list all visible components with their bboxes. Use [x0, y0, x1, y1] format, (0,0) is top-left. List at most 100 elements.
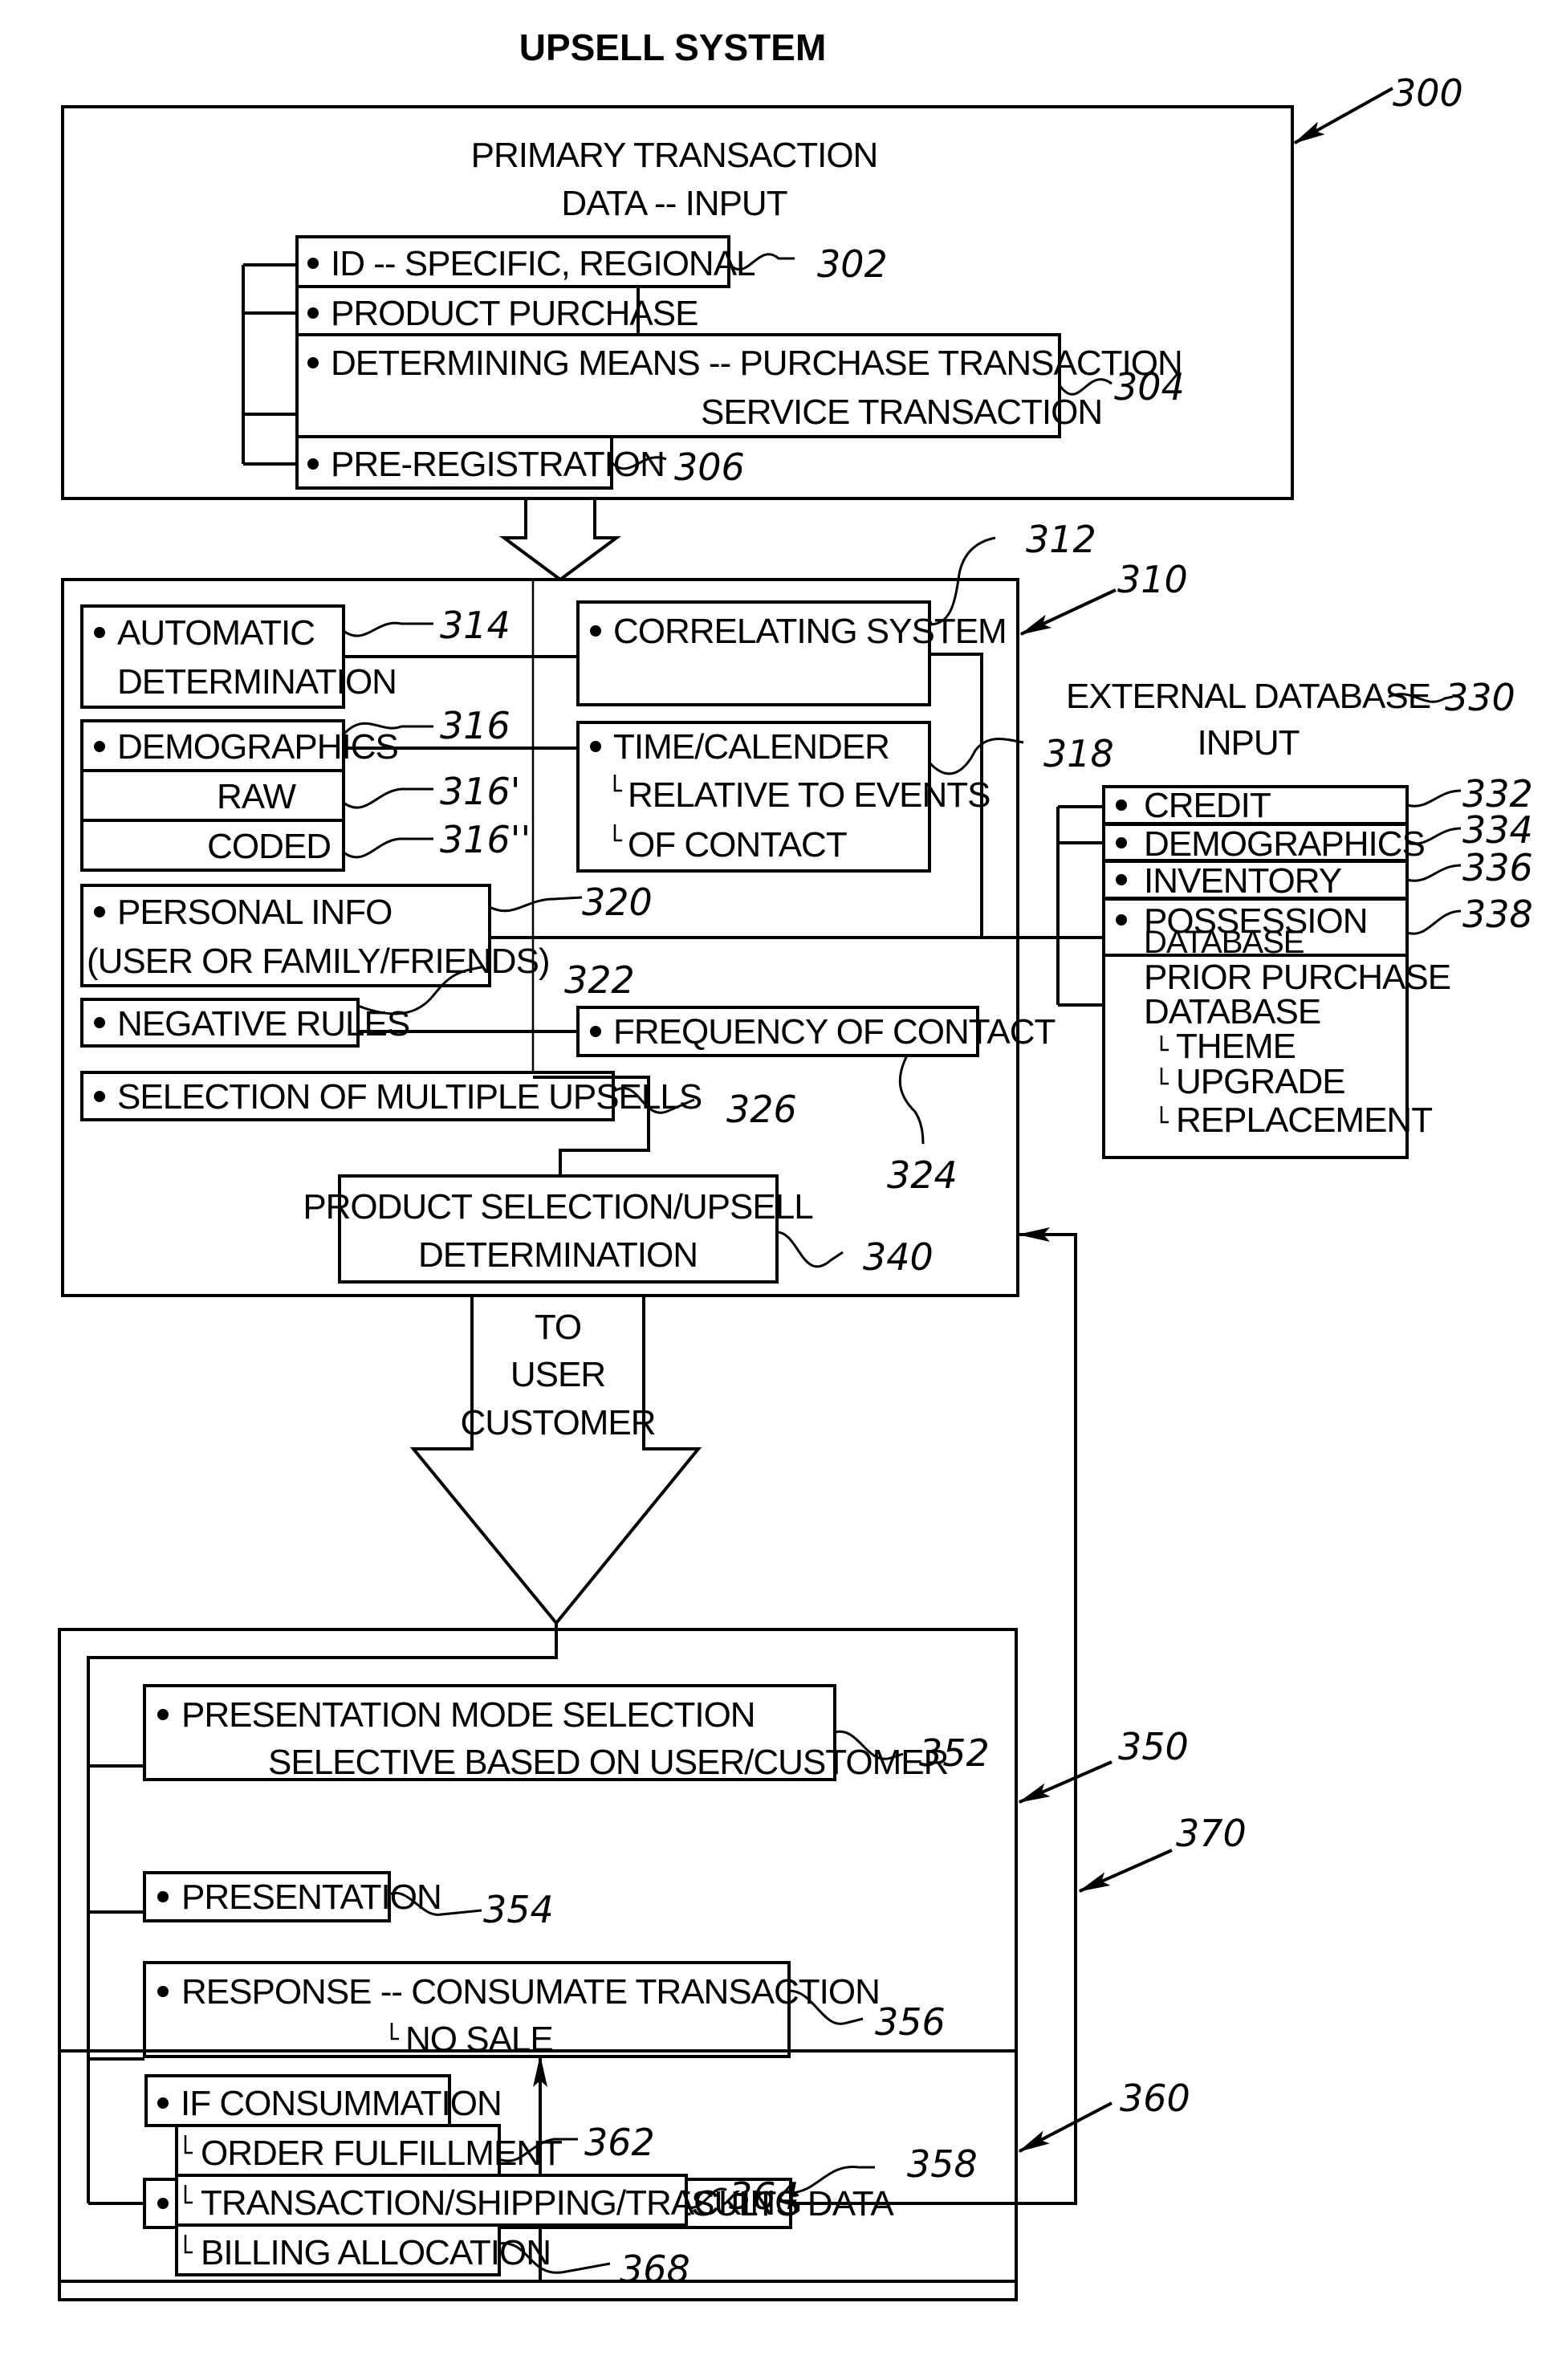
item-label-sub: DETERMINATION — [418, 1235, 698, 1275]
item-product-purchase[interactable]: PRODUCT PURCHASE — [295, 285, 698, 336]
item-label: SELECTION OF MULTIPLE UPSELLS — [117, 1077, 702, 1117]
item-billing-allocation[interactable]: BILLING ALLOCATION — [175, 2223, 551, 2276]
hollow-arrow-down-1 — [498, 498, 622, 582]
leader-arrow-300 — [1293, 87, 1393, 144]
bullet-icon — [94, 627, 105, 638]
ref-324: 324 — [887, 1153, 958, 1197]
item-label: CREDIT — [1144, 786, 1271, 825]
bullet-icon — [590, 741, 601, 752]
leader-336 — [1406, 864, 1462, 882]
item-personal-info[interactable]: PERSONAL INFO (USER OR FAMILY/FRIENDS) — [80, 884, 551, 987]
external-item-possession[interactable]: POSSESSION DATABASE PRIOR PURCHASE DATAB… — [1102, 897, 1451, 1159]
external-database-block: EXTERNAL DATABASE INPUT 330 CREDIT DEMOG… — [1056, 676, 1533, 1159]
ref-356: 356 — [875, 2000, 946, 2044]
bullet-icon — [307, 357, 319, 368]
item-label-sub: SELECTIVE BASED ON USER/CUSTOMER — [268, 1743, 948, 1782]
item-label-sub: DATABASE — [1144, 925, 1304, 960]
ref-314: 314 — [440, 604, 510, 647]
external-heading-line1: EXTERNAL DATABASE — [1066, 677, 1430, 716]
item-presentation[interactable]: PRESENTATION — [143, 1871, 442, 1922]
sub-upgrade: UPGRADE — [1176, 1062, 1345, 1101]
prior-purchase-label: PRIOR PURCHASE — [1144, 958, 1450, 997]
item-label: AUTOMATIC — [117, 613, 315, 653]
item-label-sub: SERVICE TRANSACTION — [701, 393, 1102, 432]
item-label-sub: (USER OR FAMILY/FRIENDS) — [87, 942, 550, 981]
hollow-arrow-to-user: TO USER CUSTOMER — [409, 1296, 702, 1626]
ref-362: 362 — [584, 2121, 655, 2164]
leader-314 — [343, 621, 433, 637]
prior-purchase-label-sub: DATABASE — [1144, 992, 1320, 1031]
item-order-fulfillment[interactable]: ORDER FULFILLMENT — [175, 2124, 563, 2177]
primary-transaction-block: PRIMARY TRANSACTION DATA -- INPUT ID -- … — [61, 71, 1463, 500]
item-frequency-of-contact[interactable]: FREQUENCY OF CONTACT — [576, 1006, 1056, 1057]
bullet-icon — [307, 258, 319, 269]
diagram-title: UPSELL SYSTEM — [519, 26, 827, 68]
sub-theme: THEME — [1176, 1027, 1296, 1066]
upsell-system-diagram: UPSELL SYSTEM PRIMARY TRANSACTION DATA -… — [58, 26, 1533, 2283]
bullet-icon — [1116, 837, 1127, 848]
item-label: NEGATIVE RULES — [117, 1004, 409, 1044]
item-label: FREQUENCY OF CONTACT — [613, 1012, 1056, 1052]
ref-354: 354 — [483, 1888, 554, 1931]
item-presentation-mode-selection[interactable]: PRESENTATION MODE SELECTION SELECTIVE BA… — [143, 1684, 949, 1782]
leader-320 — [489, 896, 583, 913]
bullet-icon — [1116, 874, 1127, 885]
bullet-icon — [307, 307, 319, 319]
leader-arrow-310 — [1019, 588, 1117, 636]
bullet-icon — [1116, 914, 1127, 926]
item-if-consummation[interactable]: IF CONSUMMATION — [144, 2074, 502, 2127]
ref-364: 364 — [729, 2175, 799, 2218]
external-item-credit[interactable]: CREDIT — [1102, 785, 1409, 825]
item-transaction-shipping-tracking[interactable]: TRANSACTION/SHIPPING/TRACKING — [175, 2174, 802, 2227]
item-label: DEMOGRAPHICS — [1144, 824, 1425, 864]
item-label: ORDER FULFILLMENT — [201, 2134, 562, 2173]
item-determining-means[interactable]: DETERMINING MEANS -- PURCHASE TRANSACTIO… — [295, 333, 1183, 438]
ref-316-double-prime: 316'' — [440, 818, 531, 861]
bullet-icon — [157, 2198, 169, 2209]
leader-316-double-prime — [343, 837, 433, 859]
bullet-icon — [157, 1709, 169, 1720]
item-label-sub: OF CONTACT — [628, 825, 847, 865]
item-label: DETERMINING MEANS -- PURCHASE TRANSACTIO… — [331, 344, 1182, 383]
item-label: PERSONAL INFO — [117, 893, 392, 932]
leader-340 — [776, 1231, 844, 1268]
item-label-sub: NO SALE — [405, 2020, 553, 2059]
item-product-selection[interactable]: PRODUCT SELECTION/UPSELL DETERMINATION — [303, 1174, 814, 1284]
bullet-icon — [157, 2097, 169, 2109]
ref-360: 360 — [1120, 2077, 1190, 2120]
bullet-icon — [94, 741, 105, 752]
item-time-calender[interactable]: TIME/CALENDER RELATIVE TO EVENTS OF CONT… — [576, 721, 990, 873]
leader-arrow-350 — [1018, 1760, 1113, 1804]
item-response[interactable]: RESPONSE -- CONSUMATE TRANSACTION NO SAL… — [143, 1961, 881, 2059]
item-selection-multiple-upsells[interactable]: SELECTION OF MULTIPLE UPSELLS — [80, 1071, 702, 1121]
ref-350: 350 — [1118, 1725, 1189, 1768]
item-label: PRESENTATION MODE SELECTION — [181, 1695, 755, 1735]
item-label: INVENTORY — [1144, 861, 1342, 901]
arrow-label-line3: CUSTOMER — [461, 1403, 656, 1442]
item-id[interactable]: ID -- SPECIFIC, REGIONAL — [295, 235, 756, 288]
external-item-demographics[interactable]: DEMOGRAPHICS — [1102, 823, 1426, 864]
item-label: PRODUCT PURCHASE — [331, 294, 698, 333]
ref-310: 310 — [1117, 558, 1188, 601]
bullet-icon — [1116, 799, 1127, 811]
leader-324 — [898, 1055, 925, 1145]
leader-332 — [1406, 789, 1462, 808]
bullet-icon — [307, 458, 319, 470]
bullet-icon — [157, 1891, 169, 1902]
item-demographics-raw[interactable]: RAW — [80, 769, 345, 822]
leader-318 — [928, 738, 1024, 775]
leader-316-prime — [343, 787, 433, 809]
item-pre-registration[interactable]: PRE-REGISTRATION — [295, 435, 665, 490]
external-item-inventory[interactable]: INVENTORY — [1102, 860, 1409, 901]
ref-352: 352 — [919, 1731, 990, 1775]
ref-370: 370 — [1176, 1812, 1247, 1855]
item-label: RESPONSE -- CONSUMATE TRANSACTION — [181, 1972, 880, 2012]
item-demographics-coded[interactable]: CODED — [80, 819, 345, 872]
item-label: PRESENTATION — [181, 1878, 441, 1917]
ref-338: 338 — [1462, 893, 1533, 936]
ref-334: 334 — [1462, 808, 1533, 852]
external-heading-line2: INPUT — [1198, 723, 1300, 763]
sub-replacement: REPLACEMENT — [1176, 1100, 1432, 1140]
item-label-sub: DETERMINATION — [117, 662, 397, 702]
upsell-determination-block: AUTOMATIC DETERMINATION 314 DEMOGRAPHICS… — [61, 518, 1188, 1297]
